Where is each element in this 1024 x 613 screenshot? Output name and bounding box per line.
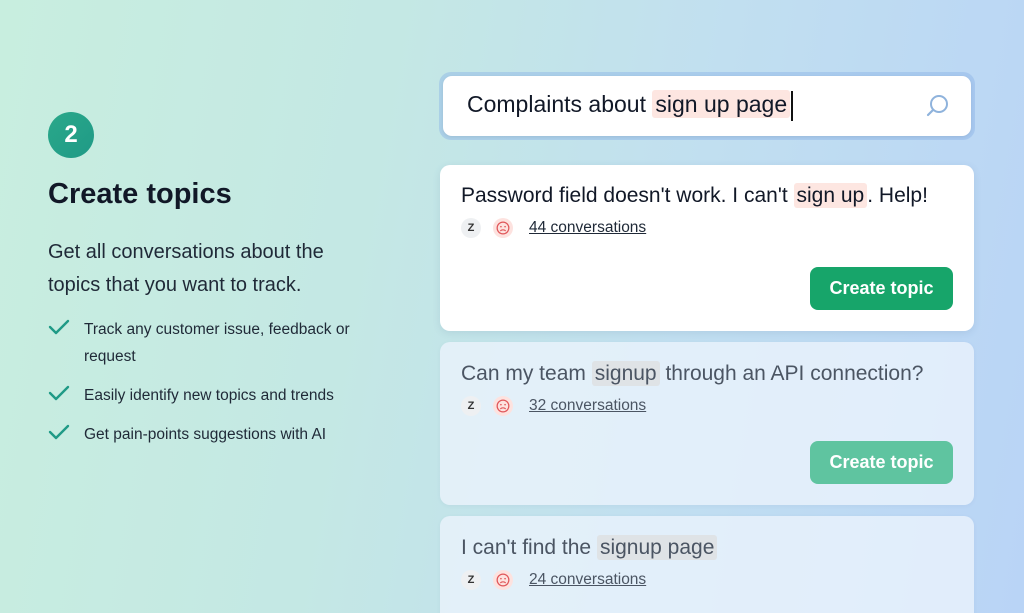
check-icon [48, 382, 72, 407]
result-card[interactable]: I can't find the signup page Z 24 conver… [440, 516, 974, 613]
card-title-highlight: signup page [596, 535, 718, 560]
search-query-prefix: Complaints about [467, 91, 653, 118]
card-meta: Z 24 conversations [461, 570, 953, 590]
card-title-text: Password field doesn't work. I can't [461, 184, 794, 207]
sad-face-icon [493, 396, 513, 416]
section-description: Get all conversations about the topics t… [48, 241, 324, 296]
search-query[interactable]: Complaints about sign up page [467, 90, 794, 121]
create-topic-button[interactable]: Create topic [810, 441, 953, 484]
result-card[interactable]: Password field doesn't work. I can't sig… [440, 165, 974, 331]
conversations-link[interactable]: 32 conversations [529, 397, 646, 415]
result-card[interactable]: Can my team signup through an API connec… [440, 342, 974, 505]
search-container: Complaints about sign up page [439, 72, 975, 140]
conversations-link[interactable]: 44 conversations [529, 219, 646, 237]
create-topic-button[interactable]: Create topic [810, 267, 953, 310]
card-title: I can't find the signup page [461, 516, 953, 560]
card-title-highlight: sign up [793, 183, 868, 208]
check-icon [48, 316, 72, 341]
card-title: Can my team signup through an API connec… [461, 342, 953, 386]
card-meta: Z 44 conversations [461, 218, 953, 238]
card-meta: Z 32 conversations [461, 396, 953, 416]
card-title-text: . Help! [867, 184, 928, 207]
zendesk-icon: Z [461, 396, 481, 416]
card-title: Password field doesn't work. I can't sig… [461, 165, 953, 208]
sad-face-icon [493, 218, 513, 238]
conversations-link[interactable]: 24 conversations [529, 571, 646, 589]
feature-list: Track any customer issue, feedback or re… [48, 316, 378, 460]
card-title-highlight: signup [591, 361, 660, 386]
search-icon[interactable] [925, 93, 951, 119]
feature-item: Track any customer issue, feedback or re… [48, 316, 378, 370]
zendesk-icon: Z [461, 218, 481, 238]
search-input[interactable]: Complaints about sign up page [443, 76, 971, 136]
card-title-text: I can't find the [461, 536, 597, 559]
step-number-badge: 2 [48, 112, 94, 158]
zendesk-icon: Z [461, 570, 481, 590]
card-title-text: Can my team [461, 362, 592, 385]
check-icon [48, 421, 72, 446]
feature-text: Easily identify new topics and trends [84, 387, 334, 404]
search-query-highlight: sign up page [652, 90, 791, 119]
feature-item: Easily identify new topics and trends [48, 382, 378, 409]
feature-item: Get pain-points suggestions with AI [48, 421, 378, 448]
sad-face-icon [493, 570, 513, 590]
section-title: Create topics [48, 178, 232, 210]
feature-text: Track any customer issue, feedback or re… [84, 321, 350, 365]
card-title-text: through an API connection? [659, 362, 924, 385]
text-cursor [791, 91, 794, 121]
feature-text: Get pain-points suggestions with AI [84, 426, 327, 443]
